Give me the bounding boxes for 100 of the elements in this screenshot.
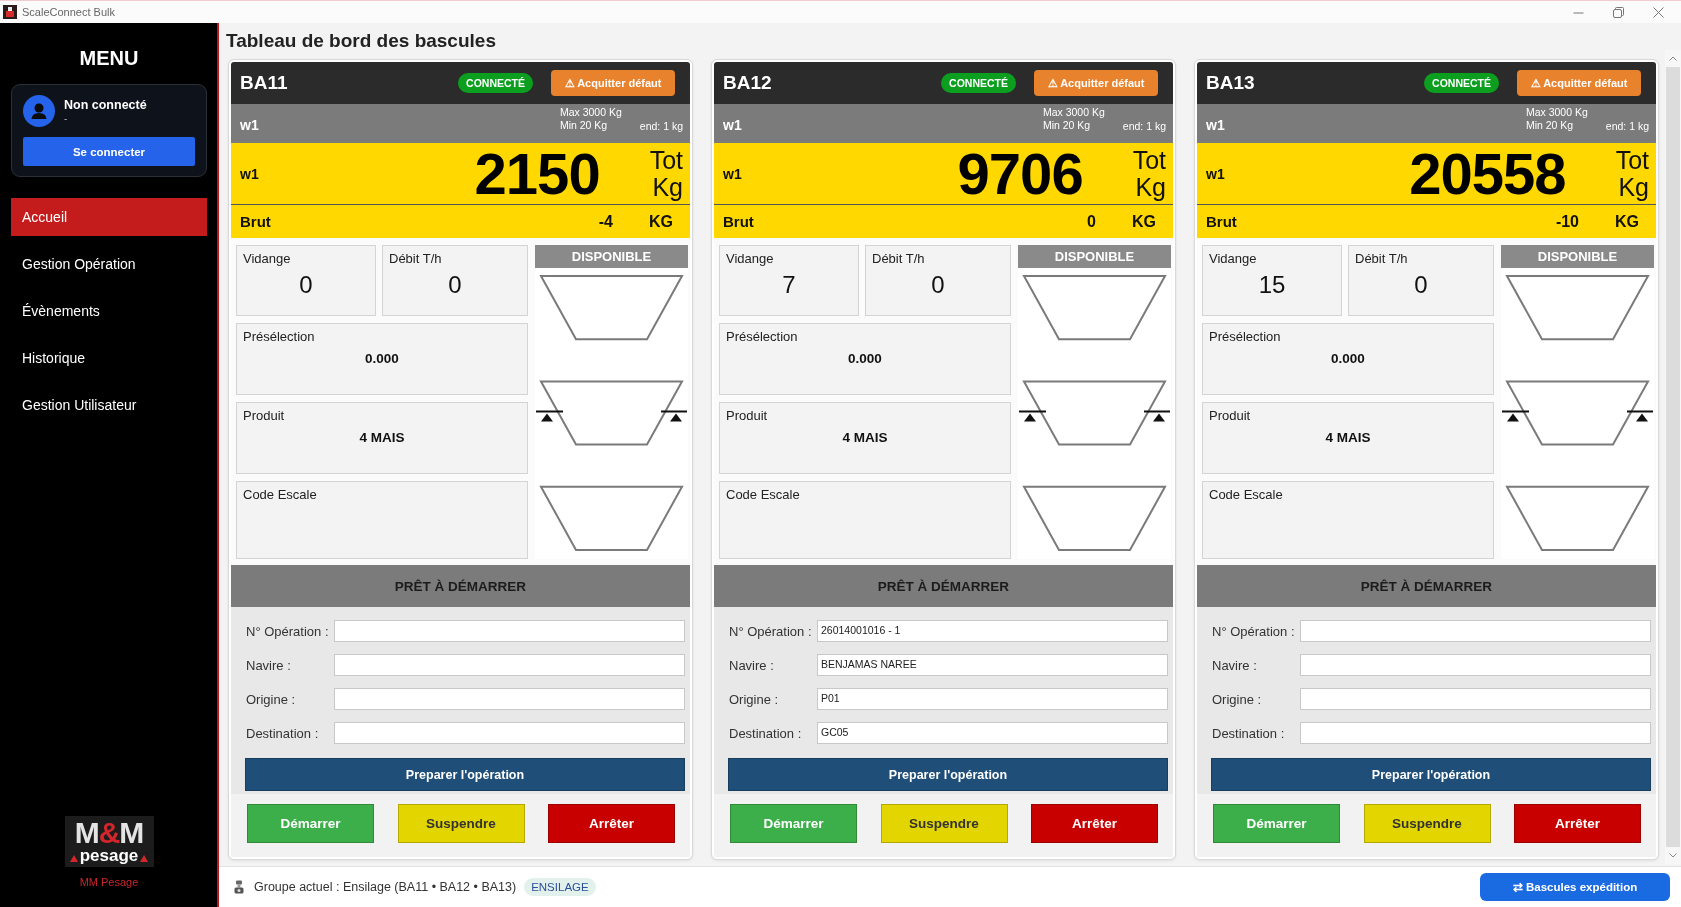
stop-button[interactable]: Arrêter [1031,804,1158,843]
channel-label: w1 [240,117,259,135]
metric-value: 0 [931,271,945,299]
scale-name: BA11 [240,72,288,94]
scale-name: BA13 [1206,72,1255,94]
input-field[interactable]: GC05 [817,722,1168,744]
group-label: Groupe actuel : Ensilage (BA11 • BA12 • BA13) [254,880,517,894]
restore-icon[interactable] [1613,6,1624,18]
detail-label: Produit [726,408,768,424]
field-label: N° Opération : [729,623,813,639]
state-banner: PRÊT À DÉMARRER [1197,565,1656,607]
field-label: Destination : [246,725,320,741]
prepare-button[interactable]: Preparer l'opération [245,758,685,791]
input-field[interactable] [1300,654,1651,676]
gross-unit: KG [1132,212,1156,231]
metric-value: 7 [782,271,796,299]
gross-value: -4 [598,212,613,231]
detail-value: 0.000 [848,351,882,367]
scale-name: BA12 [723,72,772,94]
field-label: Navire : [1212,657,1258,673]
detail-label: Produit [1209,408,1251,424]
input-field[interactable]: 26014001016 - 1 [817,620,1168,642]
prepare-button[interactable]: Preparer l'opération [1211,758,1651,791]
total-unit: Kg [1135,173,1166,201]
scale-icon [234,880,244,894]
scroll-down-icon[interactable] [1669,853,1677,858]
input-field[interactable] [334,620,685,642]
scrollbar[interactable] [1665,50,1681,864]
field-label: Origine : [246,691,297,707]
detail-label: Code Escale [1209,487,1283,503]
scroll-up-icon[interactable] [1669,56,1677,61]
hopper-status: DISPONIBLE [1501,245,1654,268]
input-field[interactable] [1300,620,1651,642]
state-banner: PRÊT À DÉMARRER [714,565,1173,607]
capacity-min: Min 20 Kg [1525,119,1574,132]
input-field[interactable] [1300,688,1651,710]
field-label: Destination : [729,725,803,741]
nav-item[interactable]: Gestion Opération [11,245,207,283]
prepare-button[interactable]: Preparer l'opération [728,758,1168,791]
division-label: end: 1 kg [1122,120,1166,134]
division-label: end: 1 kg [639,120,683,134]
display-channel: w1 [1206,165,1225,182]
pause-button[interactable]: Suspendre [1363,804,1491,843]
gross-unit: KG [649,212,673,231]
stop-button[interactable]: Arrêter [548,804,675,843]
metric-label: Débit T/h [1355,251,1408,267]
total-weight: 2150 [474,143,600,204]
group-tag: ENSILAGE [524,878,596,896]
field-label: N° Opération : [1212,623,1296,639]
window-title: ScaleConnect Bulk [22,6,115,18]
input-field[interactable] [334,654,685,676]
close-icon[interactable] [1653,6,1664,18]
gross-label: Brut [240,213,271,230]
capacity-max: Max 3000 Kg [559,106,622,119]
gross-value: -10 [1555,212,1579,231]
gross-label: Brut [723,213,754,230]
nav-item[interactable]: Historique [11,339,207,377]
detail-value: 0.000 [1331,351,1365,367]
detail-label: Présélection [726,329,798,345]
detail-value: 0.000 [365,351,399,367]
detail-value: 4 MAIS [842,430,888,446]
field-label: Origine : [729,691,780,707]
total-unit: Kg [1618,173,1649,201]
pause-button[interactable]: Suspendre [397,804,525,843]
nav-item[interactable]: Évènements [11,292,207,330]
display-channel: w1 [240,165,259,182]
channel-label: w1 [723,117,742,135]
login-button[interactable]: Se connecter [23,137,195,166]
detail-label: Code Escale [243,487,317,503]
division-label: end: 1 kg [1605,120,1649,134]
input-field[interactable] [1300,722,1651,744]
input-field[interactable] [334,688,685,710]
state-banner: PRÊT À DÉMARRER [231,565,690,607]
metric-label: Vidange [1209,251,1257,267]
input-field[interactable]: P01 [817,688,1168,710]
metric-label: Débit T/h [389,251,442,267]
stop-button[interactable]: Arrêter [1514,804,1641,843]
metric-label: Vidange [726,251,774,267]
scroll-thumb[interactable] [1666,67,1680,847]
field-label: Navire : [246,657,292,673]
status-badge: CONNECTÉ [1424,73,1499,93]
page-title: Tableau de bord des bascules [226,29,496,53]
input-field[interactable]: BENJAMAS NAREE [817,654,1168,676]
shipping-scales-button[interactable]: ⇄ Bascules expédition [1480,873,1670,901]
detail-label: Présélection [1209,329,1281,345]
metric-value: 15 [1258,271,1286,299]
display-channel: w1 [723,165,742,182]
capacity-max: Max 3000 Kg [1525,106,1588,119]
detail-value: 4 MAIS [359,430,405,446]
nav-item[interactable]: Accueil [11,198,207,236]
nav-item[interactable]: Gestion Utilisateur [11,386,207,424]
detail-label: Code Escale [726,487,800,503]
pause-button[interactable]: Suspendre [880,804,1008,843]
logo-caption: MM Pesage [79,876,139,888]
status-badge: CONNECTÉ [458,73,533,93]
metric-label: Vidange [243,251,291,267]
metric-value: 0 [1414,271,1428,299]
metric-label: Débit T/h [872,251,925,267]
detail-label: Produit [243,408,285,424]
input-field[interactable] [334,722,685,744]
